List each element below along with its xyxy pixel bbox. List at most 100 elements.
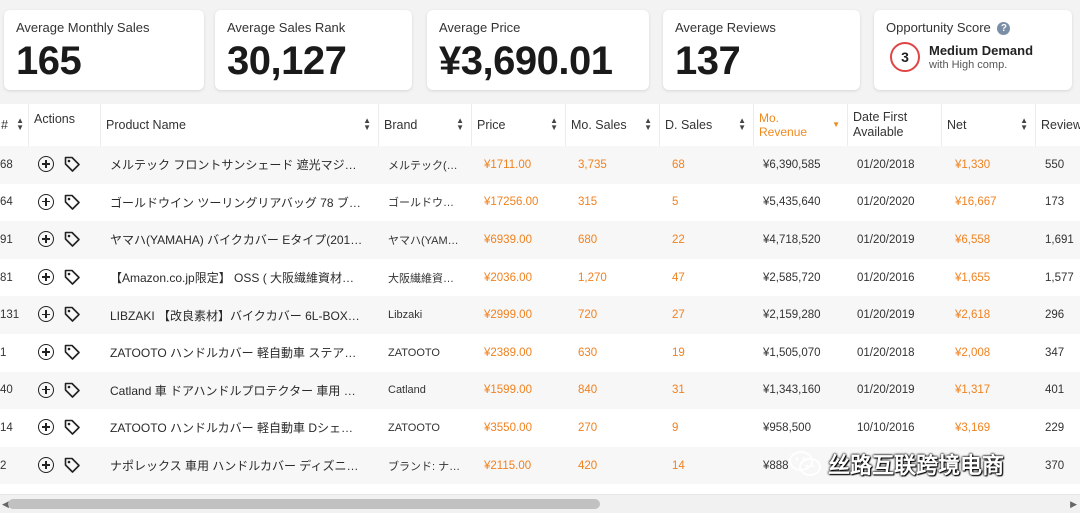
sort-icon[interactable]: ▲ ▼ xyxy=(1020,117,1028,132)
card-label: Average Price xyxy=(439,20,521,35)
column-header-price[interactable]: Price ▲ ▼ xyxy=(471,104,565,146)
tag-icon[interactable] xyxy=(63,268,81,286)
watermark-text: 丝路互联跨境电商 xyxy=(828,453,1005,478)
add-circle-icon[interactable] xyxy=(38,193,54,210)
cell-product-name[interactable]: ZATOOTO ハンドルカバー 軽自動車 Dシェ… xyxy=(110,409,372,447)
column-header-rank[interactable]: # ▲ ▼ xyxy=(0,104,28,146)
column-header-mo-sales[interactable]: Mo. Sales ▲ ▼ xyxy=(565,104,659,146)
table-row[interactable]: 14 ZATOOTO ハンドルカバー 軽自動車 Dシェ… ZATOOTO ¥3550.… xyxy=(0,409,1080,447)
sort-icon[interactable]: ▲ ▼ xyxy=(738,117,746,132)
cell-product-name[interactable]: メルテック フロントサンシェード 遮光マジ… xyxy=(110,146,372,184)
cell-d-sales: 19 xyxy=(672,346,685,359)
add-circle-icon[interactable] xyxy=(38,231,54,248)
table-row[interactable]: 68 メルテック フロントサンシェード 遮光マジ… メルテック(… ¥1711.00 3… xyxy=(0,146,1080,184)
add-circle-icon[interactable] xyxy=(38,156,54,172)
cell-rank: 64 xyxy=(0,196,13,209)
card-value: ¥3,690.01 xyxy=(439,39,613,83)
table-row[interactable]: 91 ヤマハ(YAMAHA) バイクカバー Eタイプ(201… ヤマハ(YAM… ¥6… xyxy=(0,221,1080,259)
column-header-d-sales[interactable]: D. Sales ▲ ▼ xyxy=(659,104,753,146)
column-header-net[interactable]: Net ▲ ▼ xyxy=(941,104,1035,146)
table-row[interactable]: 131 LIBZAKI 【改良素材】バイクカバー 6L-BOX… Libzaki ¥2… xyxy=(0,296,1080,334)
table-row[interactable]: 1 ZATOOTO ハンドルカバー 軽自動車 ステア… ZATOOTO ¥2389.0… xyxy=(0,334,1080,372)
cell-mo-sales: 1,270 xyxy=(578,271,607,284)
cell-product-name[interactable]: ZATOOTO ハンドルカバー 軽自動車 ステア… xyxy=(110,334,372,372)
add-circle-icon[interactable] xyxy=(38,268,54,285)
scrollbar-thumb[interactable] xyxy=(8,499,600,509)
sort-icon[interactable]: ▲ ▼ xyxy=(16,117,24,132)
cell-date-first-available: 01/20/2019 xyxy=(857,384,915,397)
add-circle-icon[interactable] xyxy=(38,306,54,323)
add-circle-icon[interactable] xyxy=(38,381,54,398)
sort-icon[interactable]: ▲ ▼ xyxy=(644,117,652,132)
cell-brand: メルテック(… xyxy=(388,159,458,172)
cell-rank: 14 xyxy=(0,421,13,434)
cell-d-sales: 31 xyxy=(672,384,685,397)
cell-rank: 91 xyxy=(0,233,13,246)
cell-d-sales: 27 xyxy=(672,309,685,322)
cell-rank: 40 xyxy=(0,384,13,397)
cell-reviews: 1,691 xyxy=(1045,233,1074,246)
cell-mo-sales: 840 xyxy=(578,384,598,397)
cell-mo-sales: 630 xyxy=(578,346,598,359)
cell-brand: ZATOOTO xyxy=(388,346,440,359)
cell-mo-sales: 270 xyxy=(578,421,598,434)
add-circle-icon[interactable] xyxy=(38,419,54,436)
cell-product-name[interactable]: ヤマハ(YAMAHA) バイクカバー Eタイプ(201… xyxy=(110,221,372,259)
cell-product-name[interactable]: Catland 車 ドアハンドルプロテクター 車用 … xyxy=(110,372,372,410)
cell-date-first-available: 01/20/2019 xyxy=(857,233,915,246)
cell-rank: 81 xyxy=(0,271,13,284)
tag-icon[interactable] xyxy=(63,456,81,474)
cell-price: ¥2389.00 xyxy=(484,346,532,359)
cell-mo-revenue: ¥2,585,720 xyxy=(763,271,821,284)
table-row[interactable]: 64 ゴールドウイン ツーリングリアバッグ 78 ブ… ゴールドウ… ¥17256.0… xyxy=(0,184,1080,222)
cell-price: ¥2999.00 xyxy=(484,309,532,322)
column-header-brand[interactable]: Brand ▲ ▼ xyxy=(378,104,471,146)
cell-product-name[interactable]: 【Amazon.co.jp限定】 OSS ( 大阪繊維資材… xyxy=(110,259,372,297)
cell-net: ¥1,655 xyxy=(955,271,991,284)
column-header-product-name[interactable]: Product Name ▲ ▼ xyxy=(100,104,378,146)
cell-brand: Catland xyxy=(388,384,426,397)
table-header: # ▲ ▼ Actions Product Name ▲ ▼ Brand ▲ ▼ Pr… xyxy=(0,104,1080,147)
cell-rank: 1 xyxy=(0,346,7,359)
cell-d-sales: 5 xyxy=(672,196,679,209)
scroll-right-icon[interactable]: ▶ xyxy=(1070,499,1077,510)
avg-sales-rank-card: Average Sales Rank 30,127 xyxy=(215,10,412,90)
tag-icon[interactable] xyxy=(63,155,81,173)
cell-reviews: 229 xyxy=(1045,421,1065,434)
horizontal-scrollbar[interactable]: ◀ ▶ xyxy=(0,494,1080,513)
cell-product-name[interactable]: LIBZAKI 【改良素材】バイクカバー 6L-BOX… xyxy=(110,296,372,334)
opportunity-title: Medium Demand xyxy=(929,42,1034,58)
cell-product-name[interactable]: ナポレックス 車用 ハンドルカバー ディズニ… xyxy=(110,447,372,485)
sort-icon[interactable]: ▲ ▼ xyxy=(550,117,558,132)
help-icon[interactable]: ? xyxy=(997,22,1011,35)
cell-product-name[interactable]: ゴールドウイン ツーリングリアバッグ 78 ブ… xyxy=(110,184,372,222)
cell-mo-revenue: ¥4,718,520 xyxy=(763,233,821,246)
tag-icon[interactable] xyxy=(63,343,81,361)
add-circle-icon[interactable] xyxy=(38,344,54,360)
tag-icon[interactable] xyxy=(63,381,81,399)
add-circle-icon[interactable] xyxy=(38,456,54,473)
card-value: 165 xyxy=(16,39,82,83)
card-label: Average Reviews xyxy=(675,20,776,35)
card-value: 137 xyxy=(675,39,741,83)
tag-icon[interactable] xyxy=(63,418,81,436)
table-row[interactable]: 81 【Amazon.co.jp限定】 OSS ( 大阪繊維資材… 大阪繊維資… ¥2… xyxy=(0,259,1080,297)
avg-monthly-sales-card: Average Monthly Sales 165 xyxy=(4,10,204,90)
cell-reviews: 1,577 xyxy=(1045,271,1074,284)
sort-icon[interactable]: ▲ ▼ xyxy=(456,117,464,132)
sort-desc-icon[interactable]: ▼ xyxy=(832,121,840,129)
table-row[interactable]: 40 Catland 車 ドアハンドルプロテクター 車用 … Catland ¥159… xyxy=(0,371,1080,410)
column-header-reviews[interactable]: Review xyxy=(1035,104,1080,146)
tag-icon[interactable] xyxy=(63,305,81,323)
column-header-date-first-available[interactable]: Date First Available xyxy=(847,104,941,146)
sort-icon[interactable]: ▲ ▼ xyxy=(363,117,371,132)
tag-icon[interactable] xyxy=(63,193,81,211)
cell-mo-revenue: ¥6,390,585 xyxy=(763,158,821,171)
tag-icon[interactable] xyxy=(63,230,81,248)
cell-price: ¥2115.00 xyxy=(484,459,532,472)
column-header-mo-revenue[interactable]: Mo. Revenue ▼ xyxy=(753,104,847,146)
cell-brand: ブランド: ナ… xyxy=(388,460,461,473)
cell-reviews: 347 xyxy=(1045,346,1065,359)
cell-mo-revenue: ¥958,500 xyxy=(763,421,811,434)
cell-mo-sales: 3,735 xyxy=(578,158,607,171)
